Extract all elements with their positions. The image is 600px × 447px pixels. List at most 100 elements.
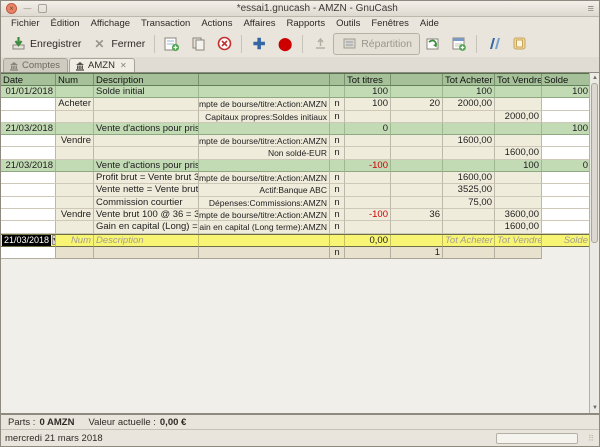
register-cell[interactable] [56, 247, 94, 259]
split-button[interactable]: Répartition [333, 33, 420, 55]
close-button[interactable]: ✕ Fermer [86, 34, 150, 54]
register-cell[interactable] [56, 184, 94, 196]
vertical-scrollbar[interactable]: ▲ ▼ [589, 73, 599, 413]
tab-close-icon[interactable]: ✕ [120, 61, 127, 70]
register-cell[interactable]: Vente nette = Vente brut 36 [94, 184, 199, 196]
register-cell[interactable] [199, 86, 330, 98]
menu-outils[interactable]: Outils [331, 18, 365, 29]
register-cell[interactable] [56, 221, 94, 233]
register-cell[interactable]: mpte de bourse/titre:Action:AMZN [199, 209, 330, 221]
register-cell[interactable] [1, 147, 56, 159]
register-cell[interactable]: 1600,00 [495, 221, 542, 233]
register-cell[interactable]: Dépenses:Commissions:AMZN [199, 197, 330, 209]
register-cell[interactable] [542, 209, 591, 221]
save-button[interactable]: Enregistrer [5, 34, 86, 54]
register-cell[interactable] [199, 160, 330, 172]
register-cell[interactable] [495, 247, 542, 259]
register-cell[interactable] [443, 111, 495, 123]
duplicate-button[interactable] [185, 34, 211, 54]
register-cell[interactable] [56, 197, 94, 209]
menu-fenetres[interactable]: Fenêtres [366, 18, 414, 29]
register-cell[interactable]: Vente d'actions pour prise d [94, 160, 199, 172]
register-cell[interactable]: -100 [345, 160, 391, 172]
blank-transaction-button[interactable] [507, 34, 533, 54]
register-cell[interactable]: Commission courtier [94, 197, 199, 209]
register-cell[interactable]: 100 [443, 86, 495, 98]
register-cell[interactable] [1, 184, 56, 196]
register-cell[interactable] [199, 247, 330, 259]
register-cell[interactable] [443, 123, 495, 135]
register-cell[interactable] [330, 123, 345, 135]
register-cell[interactable]: Num [56, 235, 94, 247]
register-cell[interactable]: Acheter [56, 98, 94, 110]
jump-button[interactable] [307, 34, 333, 54]
register-cell[interactable]: 3525,00 [443, 184, 495, 196]
register-cell[interactable] [345, 111, 391, 123]
register-cell[interactable] [56, 123, 94, 135]
register-cell[interactable] [345, 147, 391, 159]
register-cell[interactable] [56, 111, 94, 123]
register-cell[interactable] [345, 197, 391, 209]
register-cell[interactable] [391, 135, 443, 147]
register-cell[interactable] [391, 221, 443, 233]
register-cell[interactable] [1, 197, 56, 209]
register-cell[interactable]: Solde [542, 235, 591, 247]
register-cell[interactable] [495, 123, 542, 135]
register-cell[interactable] [495, 135, 542, 147]
register-cell[interactable]: mpte de bourse/titre:Action:AMZN [199, 172, 330, 184]
register-cell[interactable] [391, 172, 443, 184]
register-cell[interactable] [1, 247, 56, 259]
register-cell[interactable]: -100 [345, 209, 391, 221]
register-cell[interactable] [542, 98, 591, 110]
register-cell[interactable] [391, 235, 443, 247]
register-cell[interactable] [56, 86, 94, 98]
register-cell[interactable]: Vendre [56, 209, 94, 221]
register-cell[interactable]: 2000,00 [495, 111, 542, 123]
resize-grip[interactable]: ⠿ [588, 434, 595, 443]
register-cell[interactable]: n [330, 247, 345, 259]
register-cell[interactable] [94, 147, 199, 159]
register-cell[interactable] [199, 235, 330, 247]
register-cell[interactable] [199, 123, 330, 135]
register-cell[interactable] [542, 135, 591, 147]
enter-button[interactable]: ✚ [246, 34, 272, 54]
register-cell[interactable]: Description [94, 235, 199, 247]
register-cell[interactable] [345, 135, 391, 147]
menu-affichage[interactable]: Affichage [86, 18, 135, 29]
register-cell[interactable] [443, 160, 495, 172]
register-cell[interactable]: iain en capital (Long terme):AMZN [199, 221, 330, 233]
register-cell[interactable] [542, 184, 591, 196]
register-cell[interactable] [391, 123, 443, 135]
register-cell[interactable]: n [330, 135, 345, 147]
register-cell[interactable]: 75,00 [443, 197, 495, 209]
register-cell[interactable]: 2000,00 [443, 98, 495, 110]
register-cell[interactable] [94, 135, 199, 147]
register-cell[interactable] [1, 111, 56, 123]
register-cell[interactable] [345, 184, 391, 196]
register-cell[interactable] [330, 86, 345, 98]
register-cell[interactable] [94, 111, 199, 123]
register-cell[interactable]: 0,00 [345, 235, 391, 247]
register-cell[interactable] [542, 247, 591, 259]
register-cell[interactable] [542, 172, 591, 184]
register-cell[interactable]: 20 [391, 98, 443, 110]
register-cell[interactable] [345, 221, 391, 233]
register-cell[interactable] [495, 86, 542, 98]
menu-fichier[interactable]: Fichier [6, 18, 45, 29]
register-cell[interactable] [542, 147, 591, 159]
menu-aide[interactable]: Aide [415, 18, 444, 29]
register-cell[interactable]: 0 [542, 160, 591, 172]
register-cell[interactable]: Tot Acheter [443, 235, 495, 247]
register-cell[interactable]: 1 [391, 247, 443, 259]
register-cell[interactable]: 1600,00 [495, 147, 542, 159]
window-menu-icon[interactable]: ≡ [588, 3, 594, 15]
window-minimize-button[interactable]: — [22, 3, 33, 14]
tab-comptes[interactable]: Comptes [3, 58, 68, 72]
register-cell[interactable]: 21/03/2018▾ [1, 235, 56, 247]
register-cell[interactable]: 21/03/2018 [1, 160, 56, 172]
register-cell[interactable]: Tot Vendre [495, 235, 542, 247]
register-cell[interactable]: 01/01/2018 [1, 86, 56, 98]
register-cell[interactable] [542, 111, 591, 123]
register-cell[interactable]: 21/03/2018 [1, 123, 56, 135]
register-cell[interactable] [495, 184, 542, 196]
